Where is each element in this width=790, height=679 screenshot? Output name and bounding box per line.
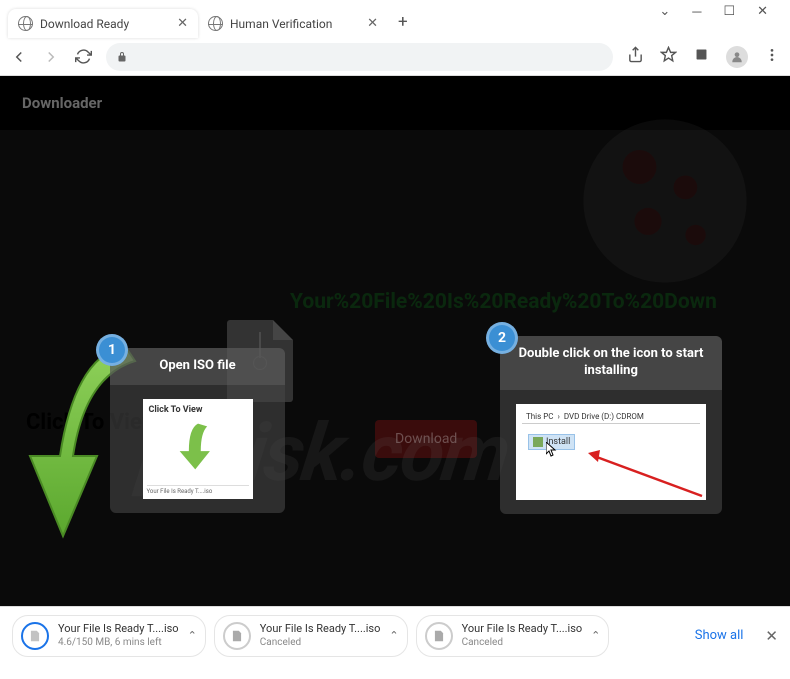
- step-card-1: 1 Open ISO file Click To View Your File …: [110, 348, 285, 513]
- share-icon[interactable]: [627, 46, 644, 67]
- chevron-up-icon[interactable]: ⌃: [188, 629, 197, 642]
- window-controls: ⌄ ─ ☐ ✕: [659, 0, 782, 20]
- step-title: Open ISO file: [110, 348, 285, 385]
- chevron-up-icon[interactable]: ⌃: [389, 629, 398, 642]
- globe-icon: [208, 16, 223, 31]
- step-screenshot: Click To View Your File Is Ready T....is…: [143, 399, 253, 499]
- browser-toolbar: [0, 38, 790, 76]
- reload-button[interactable]: [74, 48, 92, 66]
- download-filename: Your File Is Ready T....iso: [58, 622, 179, 636]
- tab-download-ready[interactable]: Download Ready ✕: [8, 9, 198, 38]
- download-shelf: Your File Is Ready T....iso 4.6/150 MB, …: [0, 606, 790, 664]
- forward-button[interactable]: [42, 48, 60, 66]
- download-status: Canceled: [462, 636, 583, 649]
- show-all-link[interactable]: Show all: [695, 628, 744, 643]
- tab-human-verification[interactable]: Human Verification ✕: [198, 9, 388, 38]
- browser-tabstrip: Download Ready ✕ Human Verification ✕ + …: [0, 0, 790, 38]
- close-icon[interactable]: ✕: [367, 16, 378, 31]
- back-button[interactable]: [10, 48, 28, 66]
- download-progress-icon: [21, 622, 49, 650]
- globe-icon: [18, 16, 33, 31]
- step-card-2: 2 Double click on the icon to start inst…: [500, 336, 722, 514]
- download-filename: Your File Is Ready T....iso: [260, 622, 381, 636]
- lock-icon: [116, 50, 128, 64]
- tab-title: Human Verification: [230, 17, 332, 31]
- download-item[interactable]: Your File Is Ready T....iso Canceled ⌃: [416, 615, 610, 657]
- chevron-up-icon[interactable]: ⌃: [591, 629, 600, 642]
- tab-title: Download Ready: [40, 17, 129, 31]
- maximize-icon[interactable]: ☐: [723, 4, 735, 20]
- extensions-icon[interactable]: [693, 46, 710, 67]
- download-filename: Your File Is Ready T....iso: [462, 622, 583, 636]
- step-title: Double click on the icon to start instal…: [500, 336, 722, 390]
- download-item[interactable]: Your File Is Ready T....iso 4.6/150 MB, …: [12, 615, 206, 657]
- step-badge: 1: [96, 334, 128, 366]
- chevron-down-icon[interactable]: ⌄: [659, 4, 670, 20]
- menu-icon[interactable]: [764, 47, 780, 67]
- address-bar[interactable]: [106, 43, 613, 71]
- close-window-icon[interactable]: ✕: [757, 4, 768, 20]
- close-shelf-icon[interactable]: ✕: [765, 627, 778, 645]
- step-badge: 2: [486, 322, 518, 354]
- page-viewport: Downloader Your%20File%20Is%20Ready%20To…: [0, 76, 790, 606]
- bookmark-icon[interactable]: [660, 46, 677, 67]
- download-item[interactable]: Your File Is Ready T....iso Canceled ⌃: [214, 615, 408, 657]
- download-file-icon: [223, 622, 251, 650]
- close-icon[interactable]: ✕: [177, 16, 188, 31]
- profile-avatar-icon[interactable]: [726, 46, 748, 68]
- new-tab-button[interactable]: +: [388, 6, 418, 38]
- download-file-icon: [425, 622, 453, 650]
- step-screenshot: This PC › DVD Drive (D:) CDROM Install: [516, 404, 706, 500]
- minimize-icon[interactable]: ─: [692, 4, 701, 20]
- watermark-logo-icon: [580, 116, 750, 290]
- download-status: Canceled: [260, 636, 381, 649]
- download-status: 4.6/150 MB, 6 mins left: [58, 636, 179, 649]
